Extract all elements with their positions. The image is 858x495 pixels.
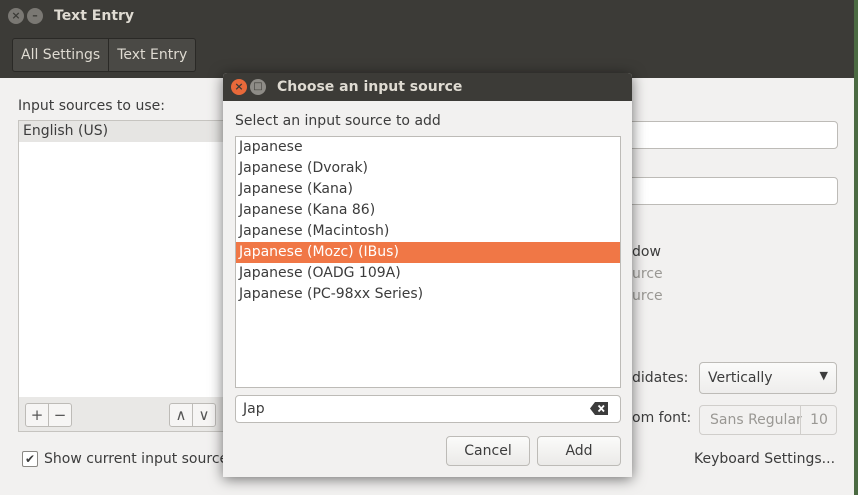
input-source-options-list[interactable]: Japanese Japanese (Dvorak) Japanese (Kana)… bbox=[235, 136, 621, 388]
clear-text-icon[interactable] bbox=[590, 402, 608, 415]
list-item[interactable]: Japanese (Macintosh) bbox=[236, 221, 620, 242]
window-toolbar: All Settings Text Entry bbox=[0, 32, 854, 78]
minimize-icon[interactable]: □ bbox=[250, 79, 266, 95]
breadcrumb-text-entry[interactable]: Text Entry bbox=[108, 39, 195, 71]
add-button[interactable]: Add bbox=[537, 436, 621, 466]
switch-back-shortcut-entry[interactable] bbox=[620, 177, 838, 205]
list-item[interactable]: Japanese (Dvorak) bbox=[236, 158, 620, 179]
reorder-group: ∧ ∨ bbox=[169, 403, 216, 427]
font-size: 10 bbox=[800, 406, 837, 434]
close-icon[interactable]: × bbox=[231, 79, 247, 95]
add-remove-group: + − bbox=[25, 403, 72, 427]
input-sources-label: Input sources to use: bbox=[18, 98, 165, 114]
per-window-option-label: dow bbox=[632, 244, 661, 260]
remove-source-button[interactable]: − bbox=[48, 404, 71, 426]
list-item[interactable]: Japanese (Mozc) (IBus) bbox=[236, 242, 620, 263]
move-down-button[interactable]: ∨ bbox=[192, 404, 215, 426]
choose-input-source-dialog: × □ Choose an input source Select an inp… bbox=[223, 73, 632, 477]
list-item[interactable]: Japanese (OADG 109A) bbox=[236, 263, 620, 284]
window-titlebar: × – Text Entry bbox=[0, 0, 854, 32]
show-current-source-label: Show current input source bbox=[44, 451, 229, 467]
breadcrumb: All Settings Text Entry bbox=[12, 38, 197, 72]
show-current-source-checkbox[interactable]: ✔ bbox=[22, 451, 38, 467]
font-name: Sans Regular bbox=[710, 412, 802, 428]
font-chooser-button[interactable]: Sans Regular 10 bbox=[699, 405, 837, 435]
candidates-orientation-select[interactable]: Vertically ▼ bbox=[699, 362, 837, 394]
desktop-edge bbox=[854, 0, 858, 495]
minimize-icon[interactable]: – bbox=[27, 8, 43, 24]
close-icon[interactable]: × bbox=[8, 8, 24, 24]
keyboard-settings-link[interactable]: Keyboard Settings... bbox=[694, 451, 835, 467]
list-toolbar: + − ∧ ∨ bbox=[18, 397, 250, 432]
search-input[interactable]: Jap bbox=[235, 395, 621, 423]
dialog-prompt: Select an input source to add bbox=[235, 113, 441, 129]
window-title: Text Entry bbox=[54, 8, 135, 24]
candidates-label: didates: bbox=[632, 370, 689, 386]
search-value: Jap bbox=[243, 401, 265, 417]
list-item[interactable]: Japanese (Kana 86) bbox=[236, 200, 620, 221]
show-current-source-row[interactable]: ✔ Show current input source bbox=[22, 451, 228, 467]
add-source-button[interactable]: + bbox=[26, 404, 48, 426]
input-sources-list[interactable]: English (US) bbox=[18, 120, 250, 398]
source-option-label: urce bbox=[632, 266, 663, 282]
list-item[interactable]: English (US) bbox=[19, 121, 249, 142]
candidates-orientation-value: Vertically bbox=[708, 370, 773, 386]
move-up-button[interactable]: ∧ bbox=[170, 404, 192, 426]
list-item[interactable]: Japanese (Kana) bbox=[236, 179, 620, 200]
custom-font-label: om font: bbox=[632, 410, 692, 426]
dialog-titlebar: × □ Choose an input source bbox=[223, 73, 632, 101]
chevron-down-icon: ▼ bbox=[819, 369, 828, 382]
list-item[interactable]: Japanese bbox=[236, 137, 620, 158]
breadcrumb-all-settings[interactable]: All Settings bbox=[13, 39, 108, 71]
cancel-button[interactable]: Cancel bbox=[446, 436, 530, 466]
list-item[interactable]: Japanese (PC-98xx Series) bbox=[236, 284, 620, 305]
source-option-label-2: urce bbox=[632, 288, 663, 304]
dialog-title: Choose an input source bbox=[277, 79, 463, 95]
switch-shortcut-entry[interactable] bbox=[620, 121, 838, 149]
